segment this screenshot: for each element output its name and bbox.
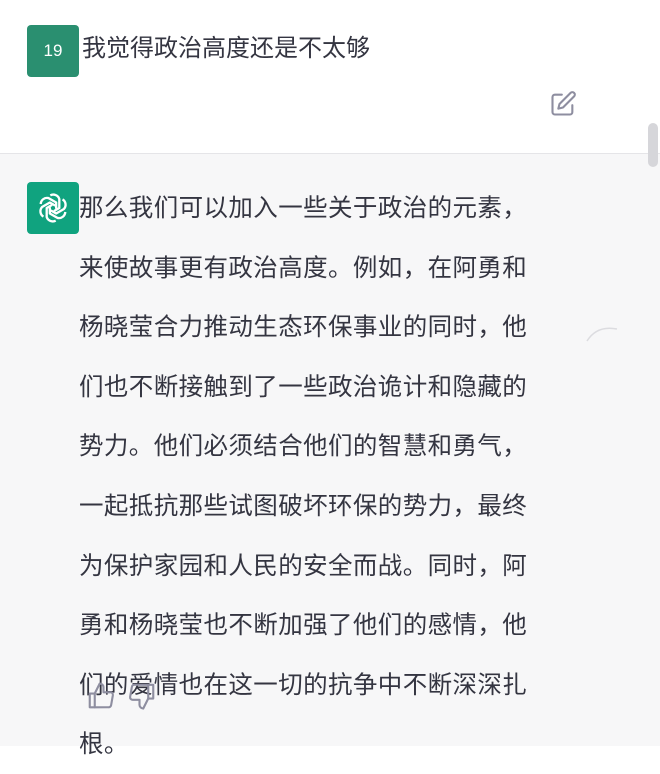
thumbs-up-icon[interactable] (86, 681, 116, 711)
user-avatar-label: 19 (43, 41, 63, 60)
assistant-text-line: 们也不断接触到了一些政治诡计和隐藏的 (79, 371, 528, 401)
user-message: 19 我觉得政治高度还是不太够 (0, 0, 660, 153)
assistant-text-line: 势力。他们必须结合他们的智慧和勇气， (79, 431, 528, 461)
edit-icon[interactable] (549, 90, 577, 118)
assistant-text-line: 一起抵抗那些试图破坏环保的势力，最终 (79, 490, 528, 520)
openai-logo-icon (39, 193, 67, 223)
assistant-text-line: 杨晓莹合力推动生态环保事业的同时，他 (79, 312, 528, 342)
assistant-text-line: 那么我们可以加入一些关于政治的元素， (79, 193, 528, 222)
assistant-text-line: 勇和杨晓莹也不断加强了他们的感情，他 (79, 610, 528, 640)
user-avatar: 19 (27, 25, 79, 77)
loading-arc-icon (586, 327, 618, 342)
assistant-text-line: 根。 (79, 729, 129, 759)
assistant-text-line: 来使故事更有政治高度。例如，在阿勇和 (79, 252, 528, 282)
thumbs-down-icon[interactable] (127, 681, 157, 711)
assistant-message: 那么我们可以加入一些关于政治的元素， 来使故事更有政治高度。例如，在阿勇和 杨晓… (0, 153, 660, 758)
user-message-text: 我觉得政治高度还是不太够 (82, 34, 370, 62)
assistant-text-line: 为保护家园和人民的安全而战。同时，阿 (79, 550, 528, 580)
scrollbar-thumb[interactable] (648, 123, 658, 167)
assistant-avatar (27, 182, 79, 234)
